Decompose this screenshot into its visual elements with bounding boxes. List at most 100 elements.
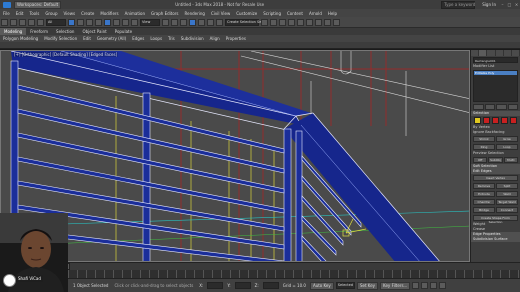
show-end-result-icon[interactable] — [484, 104, 495, 110]
minimize-button[interactable]: – — [499, 2, 506, 7]
bind-space-warp-icon[interactable] — [37, 18, 44, 26]
workspace-dropdown[interactable]: Workspaces: Default — [14, 0, 62, 9]
menu-arnold[interactable]: Arnold — [306, 11, 325, 16]
target-weld-button[interactable]: Target Weld — [496, 199, 518, 205]
named-selection-set-dropdown[interactable]: Create Selection Set — [225, 18, 263, 26]
remove-modifier-icon[interactable] — [507, 104, 518, 110]
mirror-icon[interactable] — [261, 18, 268, 26]
scale-icon[interactable] — [122, 18, 129, 26]
pivot-center-icon[interactable] — [162, 18, 169, 26]
menu-create[interactable]: Create — [78, 11, 97, 16]
preview-subobj-radio[interactable]: SubObj — [488, 157, 503, 163]
menu-modifiers[interactable]: Modifiers — [97, 11, 121, 16]
x-coord-field[interactable] — [207, 282, 224, 289]
ribbon-tab-modeling[interactable]: Modeling — [0, 28, 27, 35]
weld-button[interactable]: Weld — [496, 191, 518, 197]
key-filters-button[interactable]: Key Filters... — [380, 281, 411, 290]
edge-level-icon[interactable] — [483, 117, 490, 124]
ribbon-tool-subdivision[interactable]: Subdivision — [178, 36, 207, 41]
menu-views[interactable]: Views — [61, 11, 79, 16]
modifier-list-dropdown[interactable]: Modifier List — [471, 64, 520, 69]
object-name-field[interactable]: Rectangle001 — [473, 57, 518, 63]
maximize-button[interactable]: □ — [506, 2, 513, 7]
z-coord-field[interactable] — [262, 282, 279, 289]
menu-help[interactable]: Help — [325, 11, 340, 16]
orbit-icon[interactable] — [439, 282, 447, 289]
shrink-button[interactable]: Shrink — [473, 136, 495, 142]
ribbon-tool-modify-selection[interactable]: Modify Selection — [41, 36, 80, 41]
y-coord-field[interactable] — [234, 282, 251, 289]
utilities-tab-icon[interactable] — [512, 50, 520, 56]
create-tab-icon[interactable] — [471, 50, 480, 56]
ribbon-tool-polygon-modeling[interactable]: Polygon Modeling — [0, 36, 41, 41]
set-key-button[interactable]: Set Key — [356, 281, 379, 290]
layer-explorer-icon[interactable] — [279, 18, 286, 26]
undo-button[interactable] — [1, 18, 8, 26]
ribbon-tab-populate[interactable]: Populate — [111, 28, 136, 35]
menu-graph-editors[interactable]: Graph Editors — [148, 11, 181, 16]
keyword-search-input[interactable]: Type a keyword — [441, 0, 475, 9]
menu-customize[interactable]: Customize — [233, 11, 260, 16]
viewport-label[interactable]: [+] [Orthographic] [Default Shading] [Ed… — [13, 52, 119, 57]
ribbon-tab-freeform[interactable]: Freeform — [26, 28, 52, 35]
hierarchy-tab-icon[interactable] — [487, 50, 496, 56]
menu-tools[interactable]: Tools — [26, 11, 42, 16]
bridge-button[interactable]: Bridge — [473, 207, 495, 213]
menu-content[interactable]: Content — [284, 11, 306, 16]
render-setup-icon[interactable] — [315, 18, 322, 26]
grow-button[interactable]: Grow — [496, 136, 518, 142]
menu-file[interactable]: File — [0, 11, 13, 16]
manipulate-icon[interactable] — [171, 18, 178, 26]
curve-editor-icon[interactable] — [288, 18, 295, 26]
menu-group[interactable]: Group — [42, 11, 60, 16]
align-icon[interactable] — [270, 18, 277, 26]
window-crossing-icon[interactable] — [95, 18, 102, 26]
schematic-view-icon[interactable] — [297, 18, 304, 26]
material-editor-icon[interactable] — [306, 18, 313, 26]
spinner-snap-icon[interactable] — [216, 18, 223, 26]
menu-rendering[interactable]: Rendering — [182, 11, 208, 16]
rendered-frame-window-icon[interactable] — [324, 18, 331, 26]
rect-selection-icon[interactable] — [86, 18, 93, 26]
ribbon-tool-properties[interactable]: Properties — [223, 36, 249, 41]
keyboard-shortcut-icon[interactable] — [180, 18, 187, 26]
ribbon-tool-tris[interactable]: Tris — [165, 36, 178, 41]
polygon-level-icon[interactable] — [501, 117, 508, 124]
menu-scripting[interactable]: Scripting — [260, 11, 284, 16]
track-bar[interactable] — [0, 270, 520, 278]
rotate-icon[interactable] — [113, 18, 120, 26]
extrude-button[interactable]: Extrude — [473, 191, 495, 197]
display-tab-icon[interactable] — [504, 50, 512, 56]
ribbon-tool-edit[interactable]: Edit — [80, 36, 94, 41]
chamfer-button[interactable]: Chamfer — [473, 199, 495, 205]
ribbon-tool-align[interactable]: Align — [207, 36, 223, 41]
border-level-icon[interactable] — [492, 117, 499, 124]
select-object-icon[interactable] — [68, 18, 75, 26]
snap-toggle-icon[interactable] — [189, 18, 196, 26]
time-slider[interactable]: 0 / 100 — [0, 262, 520, 270]
close-button[interactable]: × — [513, 2, 520, 7]
element-level-icon[interactable] — [510, 117, 517, 124]
zoom-extents-icon[interactable] — [421, 282, 429, 289]
ribbon-tool-geometry-all-[interactable]: Geometry (All) — [94, 36, 129, 41]
angle-snap-icon[interactable] — [198, 18, 205, 26]
reference-coordinate-dropdown[interactable]: View — [140, 18, 160, 26]
motion-tab-icon[interactable] — [496, 50, 504, 56]
select-by-name-icon[interactable] — [77, 18, 84, 26]
link-icon[interactable] — [19, 18, 26, 26]
unlink-icon[interactable] — [28, 18, 35, 26]
ribbon-tab-selection[interactable]: Selection — [52, 28, 78, 35]
pin-stack-icon[interactable] — [473, 104, 484, 110]
subdivision-surface-rollout[interactable]: Subdivision Surface — [471, 237, 520, 242]
placement-icon[interactable] — [131, 18, 138, 26]
preview-multi-radio[interactable]: Multi — [503, 157, 518, 163]
viewport-orthographic[interactable]: [+] [Orthographic] [Default Shading] [Ed… — [0, 50, 470, 262]
vertex-level-icon[interactable] — [474, 117, 481, 124]
remove-button[interactable]: Remove — [473, 183, 495, 189]
ribbon-tool-edges[interactable]: Edges — [129, 36, 147, 41]
insert-vertex-button[interactable]: Insert Vertex — [473, 175, 518, 181]
sign-in-link[interactable]: Sign In — [479, 2, 499, 7]
pan-icon[interactable] — [430, 282, 438, 289]
render-production-icon[interactable] — [333, 18, 340, 26]
play-icon[interactable] — [412, 282, 420, 289]
